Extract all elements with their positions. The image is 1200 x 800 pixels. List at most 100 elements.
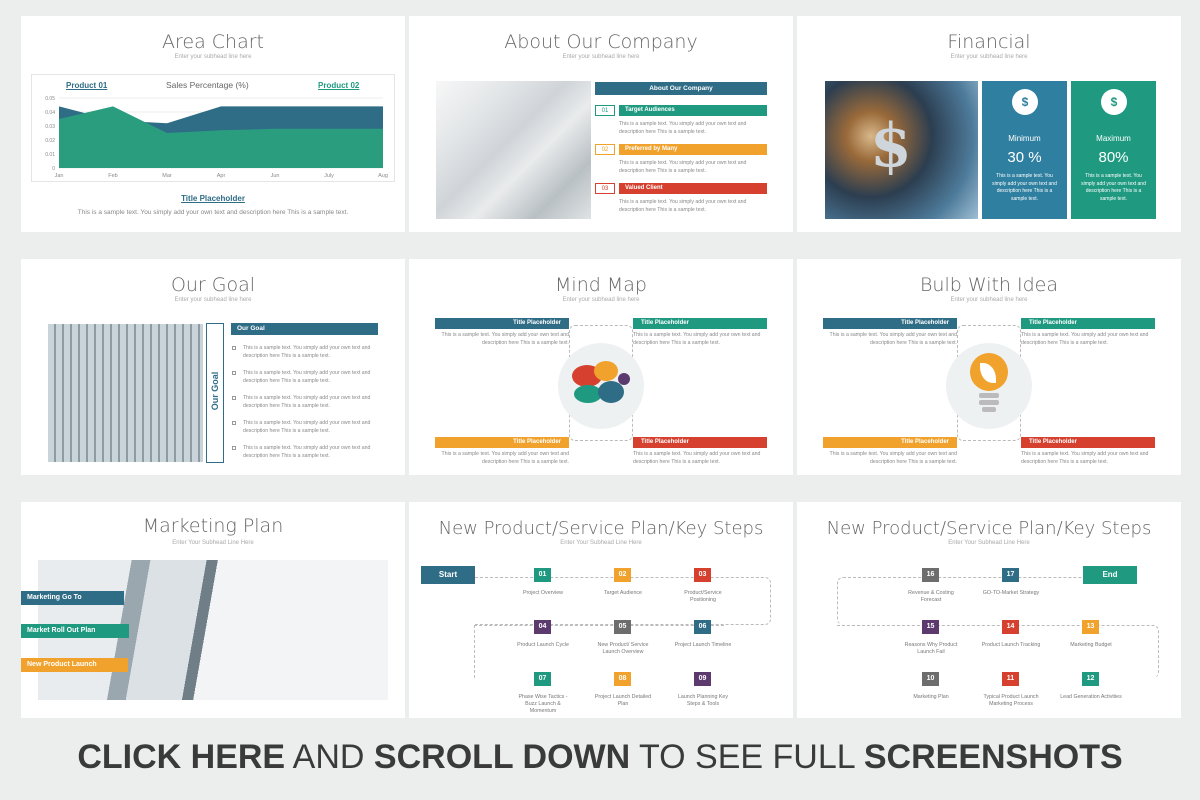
step-number: 07: [534, 672, 551, 686]
step-label: Launch Planning Key Steps & Tools: [677, 694, 729, 708]
office-photo: [436, 81, 591, 219]
maximum-card: $ Maximum 80% This is a sample text. You…: [1071, 81, 1156, 219]
bulb-icon: [946, 343, 1032, 429]
title-placeholder-bar: Title Placeholder: [1021, 437, 1155, 448]
minimum-card: $ Minimum 30 % This is a sample text. Yo…: [982, 81, 1067, 219]
slide-subhead: Enter your subhead line here: [950, 54, 1028, 60]
banner-screenshots[interactable]: SCREENSHOTS: [864, 738, 1123, 776]
step-number: 17: [1002, 568, 1019, 582]
end-badge: End: [1083, 566, 1137, 584]
slide-financial[interactable]: Financial Enter your subhead line here $…: [797, 16, 1181, 232]
chart-title: Sales Percentage (%): [166, 80, 249, 90]
placeholder-text: This is a sample text. You simply add yo…: [1021, 451, 1149, 465]
building-photo: [48, 324, 203, 462]
legend-product-02: Product 02: [318, 81, 360, 90]
x-tick-label: Aug: [378, 173, 388, 179]
goal-bullet-text: This is a sample text. You simply add yo…: [243, 370, 371, 384]
slide-subhead: Enter your subhead line here: [174, 297, 252, 303]
maximum-label: Maximum: [1096, 134, 1131, 143]
step-label: New Product/ Service Launch Overview: [597, 642, 649, 656]
banner-and: AND: [285, 738, 374, 776]
title-placeholder-bar: Title Placeholder: [823, 318, 957, 329]
y-tick-label: 0.02: [45, 138, 55, 144]
placeholder-text: This is a sample text. You simply add yo…: [829, 332, 957, 346]
step-label: Phase Wise Tactics - Buzz Launch & Momen…: [518, 694, 568, 715]
slide-key-steps-2[interactable]: New Product/Service Plan/Key Steps Enter…: [797, 502, 1181, 718]
title-placeholder-bar: Title Placeholder: [633, 437, 767, 448]
step-label: Project Launch Timeline: [674, 642, 732, 648]
title-placeholder-bar: Title Placeholder: [823, 437, 957, 448]
slide-key-steps-1[interactable]: New Product/Service Plan/Key Steps Enter…: [409, 502, 793, 718]
step-number: 09: [694, 672, 711, 686]
minimum-label: Minimum: [1008, 134, 1041, 143]
checkbox-icon: [232, 421, 236, 425]
y-tick-label: 0.03: [45, 124, 55, 130]
slide-bulb-idea[interactable]: Bulb With Idea Enter your subhead line h…: [797, 259, 1181, 475]
slide-subhead: Enter your subhead line here: [562, 297, 640, 303]
step-number: 12: [1082, 672, 1099, 686]
slide-title: Marketing Plan: [142, 515, 284, 537]
area-chart: 0 0.01 0.02 0.03 0.04 0.05 Jan Feb Mar Apr Jun July…: [45, 96, 388, 179]
about-item-text: This is a sample text. You simply add yo…: [619, 160, 747, 174]
step-number: 03: [694, 568, 711, 582]
goal-bullet-text: This is a sample text. You simply add yo…: [243, 345, 371, 359]
goal-bullet-text: This is a sample text. You simply add yo…: [243, 445, 371, 459]
slide-marketing-plan[interactable]: Marketing Plan Enter Your Subhead Line H…: [21, 502, 405, 718]
banner-scroll-down[interactable]: SCROLL DOWN: [374, 738, 630, 776]
marketing-go-to-bar: Marketing Go To: [21, 591, 124, 605]
step-label: Lead Generation Activities: [1060, 694, 1122, 700]
about-item-number: 02: [595, 144, 615, 155]
checkbox-icon: [232, 371, 236, 375]
slide-title: Our Goal: [170, 274, 256, 296]
step-number: 16: [922, 568, 939, 582]
step-label: Revenue & Costing Forecast: [908, 590, 954, 604]
y-tick-label: 0.04: [45, 110, 55, 116]
slide-title: About Our Company: [504, 31, 698, 53]
about-item-number: 03: [595, 183, 615, 194]
x-tick-label: Mar: [162, 173, 172, 179]
title-placeholder-bar: Title Placeholder: [1021, 318, 1155, 329]
step-number: 11: [1002, 672, 1019, 686]
step-number: 05: [614, 620, 631, 634]
placeholder-text: This is a sample text. You simply add yo…: [633, 451, 761, 465]
minimum-text: This is a sample text. You simply add yo…: [992, 173, 1057, 202]
about-item-number: 01: [595, 105, 615, 116]
about-item-label: Valued Client: [619, 183, 767, 194]
slide-about-company[interactable]: About Our Company Enter your subhead lin…: [409, 16, 793, 232]
x-tick-label: Jun: [271, 173, 280, 179]
about-item-text: This is a sample text. You simply add yo…: [619, 121, 747, 135]
step-label: Product Launch Tracking: [981, 642, 1041, 648]
hand-money-icon: $: [1101, 89, 1127, 115]
step-number: 04: [534, 620, 551, 634]
goal-vertical-box: Our Goal: [206, 323, 224, 463]
x-tick-label: July: [324, 173, 334, 179]
slide-subhead: Enter your subhead line here: [562, 54, 640, 60]
slide-our-goal[interactable]: Our Goal Enter your subhead line here Ou…: [21, 259, 405, 475]
maximum-value: 80%: [1098, 149, 1129, 166]
placeholder-text: This is a sample text. You simply add yo…: [633, 332, 761, 346]
y-tick-label: 0: [52, 166, 55, 172]
slide-mind-map[interactable]: Mind Map Enter your subhead line here Ti…: [409, 259, 793, 475]
slide-title: New Product/Service Plan/Key Steps: [438, 518, 764, 539]
step-label: Marketing Budget: [1070, 642, 1112, 648]
slide-subhead: Enter Your Subhead Line Here: [172, 540, 254, 546]
slide-subhead: Enter Your Subhead Line Here: [560, 540, 642, 546]
market-roll-out-bar: Market Roll Out Plan: [21, 624, 129, 638]
step-label: Reasons Why Product Launch Fail: [904, 642, 958, 656]
slide-subhead: Enter Your Subhead Line Here: [948, 540, 1030, 546]
goal-header: Our Goal: [231, 323, 378, 335]
checkbox-icon: [232, 396, 236, 400]
bottom-banner[interactable]: CLICK HERE AND SCROLL DOWN TO SEE FULL S…: [0, 738, 1200, 777]
goal-vertical-label: Our Goal: [210, 371, 220, 411]
caption-text: This is a sample text. You simply add yo…: [77, 209, 349, 216]
title-placeholder-bar: Title Placeholder: [435, 437, 569, 448]
minimum-value: 30 %: [1007, 149, 1042, 166]
new-product-launch-bar: New Product Launch: [21, 658, 128, 672]
slide-area-chart[interactable]: Area Chart Enter your subhead line here …: [21, 16, 405, 232]
money-icon: $: [1012, 89, 1038, 115]
banner-click-here[interactable]: CLICK HERE: [77, 738, 285, 776]
step-label: Project Launch Detailed Plan: [594, 694, 652, 708]
money-photo: $: [825, 81, 978, 219]
checkbox-icon: [232, 446, 236, 450]
banner-to-see: TO SEE FULL: [630, 738, 864, 776]
